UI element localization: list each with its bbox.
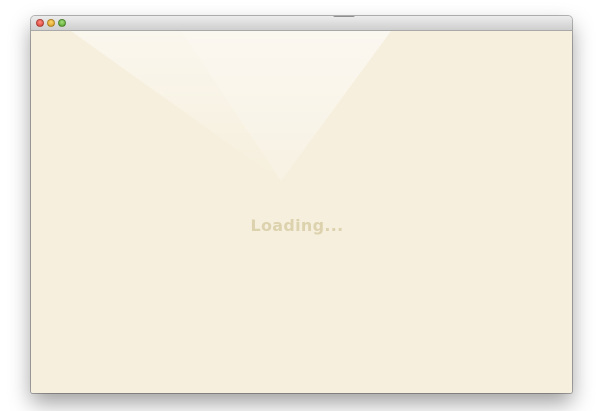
- title-bar[interactable]: [31, 16, 572, 31]
- screen: Loading...: [0, 0, 603, 411]
- background-sheen: [71, 31, 391, 181]
- app-window: Loading...: [31, 16, 572, 393]
- minimize-button[interactable]: [47, 19, 55, 27]
- loading-screen: Loading...: [31, 31, 572, 393]
- title-bar-notch: [333, 16, 355, 17]
- close-button[interactable]: [36, 19, 44, 27]
- zoom-button[interactable]: [58, 19, 66, 27]
- loading-text: Loading...: [250, 216, 344, 235]
